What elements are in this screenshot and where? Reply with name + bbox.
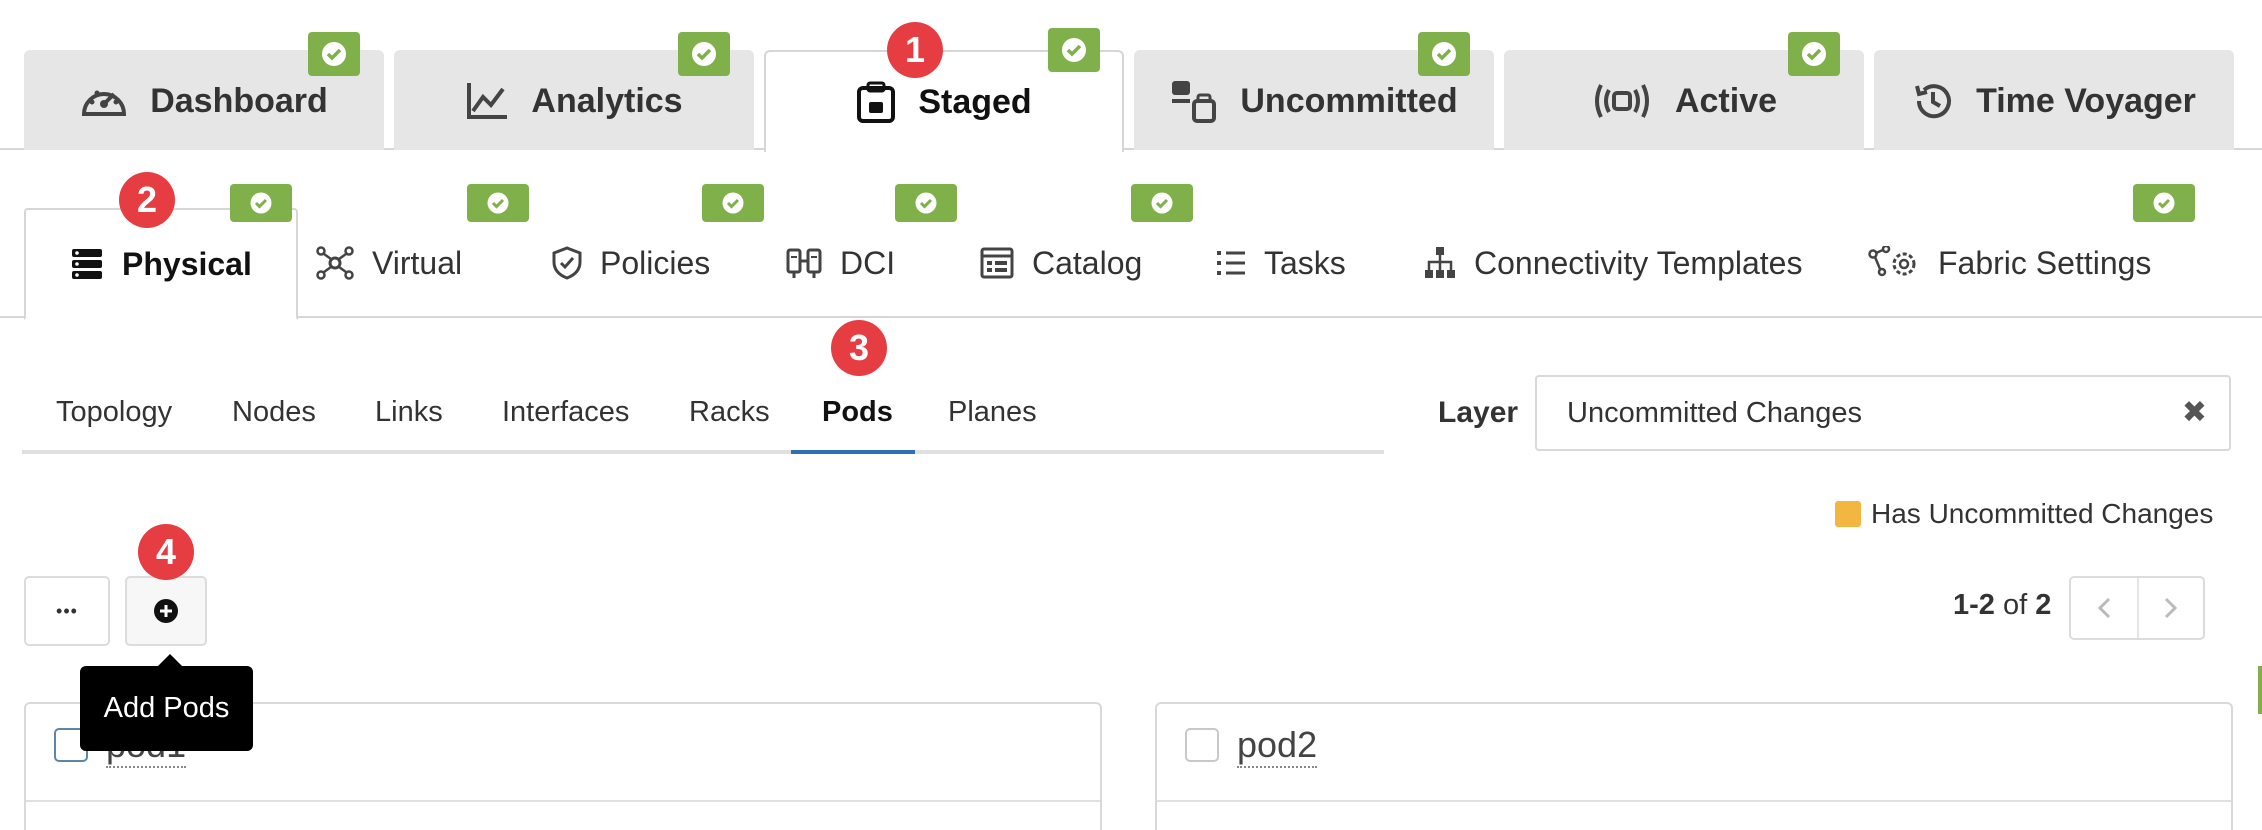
- tab-time-voyager-label: Time Voyager: [1976, 81, 2196, 120]
- hierarchy-icon: [1424, 246, 1456, 280]
- more-actions-button[interactable]: •••: [24, 576, 110, 646]
- tab-topology[interactable]: Topology: [56, 370, 172, 454]
- status-check-icon: [1131, 184, 1193, 222]
- history-icon: [1912, 80, 1954, 122]
- pod-select-checkbox[interactable]: [1185, 728, 1219, 762]
- pagination-summary: 1-2 of 2: [1953, 589, 2051, 622]
- step-badge-2: 2: [119, 172, 175, 228]
- tab-dci-label: DCI: [840, 244, 896, 281]
- status-check-icon: [895, 184, 957, 222]
- tab-tasks[interactable]: Tasks: [1216, 208, 1346, 318]
- tab-analytics-label: Analytics: [531, 81, 683, 120]
- staged-lock-icon: [856, 80, 896, 124]
- catalog-icon: [980, 247, 1014, 279]
- plus-circle-icon: [153, 598, 179, 624]
- tab-dashboard-label: Dashboard: [150, 81, 328, 120]
- status-check-icon: [1048, 28, 1100, 72]
- tab-dci[interactable]: DCI: [786, 208, 895, 318]
- edge-indicator: [2258, 666, 2262, 714]
- tab-virtual-label: Virtual: [372, 244, 463, 281]
- tab-physical-label: Physical: [122, 245, 252, 282]
- network-nodes-icon: [316, 246, 354, 280]
- server-stack-icon: [70, 247, 104, 281]
- pagination-of: of: [2002, 589, 2028, 621]
- tab-nodes[interactable]: Nodes: [232, 370, 316, 454]
- tab-interfaces[interactable]: Interfaces: [502, 370, 629, 454]
- shield-check-icon: [552, 246, 582, 280]
- status-check-icon: [308, 32, 360, 76]
- tab-physical[interactable]: Physical: [24, 208, 298, 320]
- tab-staged-label: Staged: [918, 82, 1032, 121]
- line-chart-icon: [465, 81, 509, 121]
- tab-fabric-settings-label: Fabric Settings: [1938, 244, 2152, 281]
- pod-card-header: pod2: [1157, 704, 2231, 802]
- physical-sub-tab-bar: Topology Nodes Links Interfaces Racks Po…: [22, 370, 1384, 454]
- dci-icon: [786, 246, 822, 280]
- add-pods-button[interactable]: [125, 576, 207, 646]
- dashboard-gauge-icon: [80, 80, 128, 122]
- pagination-range: 1-2: [1953, 589, 1995, 621]
- legend-label: Has Uncommitted Changes: [1871, 498, 2214, 529]
- tab-links[interactable]: Links: [375, 370, 443, 454]
- step-badge-3: 3: [831, 320, 887, 376]
- fabric-settings-icon: [1868, 246, 1920, 280]
- status-check-icon: [467, 184, 529, 222]
- status-check-icon: [2133, 184, 2195, 222]
- status-check-icon: [1788, 32, 1840, 76]
- pod-name-link[interactable]: pod2: [1237, 724, 1318, 768]
- previous-page-button[interactable]: [2071, 578, 2137, 638]
- active-tab-indicator: [791, 450, 915, 454]
- active-broadcast-icon: [1591, 81, 1653, 121]
- status-check-icon: [702, 184, 764, 222]
- tab-connectivity-templates-label: Connectivity Templates: [1474, 244, 1803, 281]
- ellipsis-icon: •••: [56, 600, 78, 621]
- tab-planes[interactable]: Planes: [948, 370, 1037, 454]
- step-badge-1: 1: [887, 22, 943, 78]
- add-pods-tooltip: Add Pods: [80, 654, 253, 751]
- tab-time-voyager[interactable]: Time Voyager: [1874, 50, 2234, 150]
- tab-uncommitted-label: Uncommitted: [1240, 81, 1458, 120]
- chevron-left-icon: [2097, 597, 2111, 619]
- tab-tasks-label: Tasks: [1264, 244, 1346, 281]
- tab-catalog-label: Catalog: [1032, 244, 1143, 281]
- pod-card: pod2: [1155, 702, 2233, 830]
- tab-racks[interactable]: Racks: [689, 370, 770, 454]
- tab-catalog[interactable]: Catalog: [980, 208, 1142, 318]
- next-page-button[interactable]: [2137, 578, 2203, 638]
- tab-policies-label: Policies: [600, 244, 711, 281]
- tab-fabric-settings[interactable]: Fabric Settings: [1868, 208, 2151, 318]
- layer-select-value: Uncommitted Changes: [1567, 396, 1862, 429]
- tab-active-label: Active: [1674, 81, 1778, 120]
- tab-connectivity-templates[interactable]: Connectivity Templates: [1424, 208, 1802, 318]
- layer-label: Layer: [1438, 396, 1519, 429]
- legend-swatch: [1835, 501, 1861, 527]
- uncommitted-legend: Has Uncommitted Changes: [1835, 498, 2213, 530]
- uncommitted-icon: [1170, 79, 1218, 123]
- sub-tab-bar: Physical Virtual Policies DCI Catalog Ta…: [0, 150, 2262, 320]
- chevron-right-icon: [2164, 597, 2178, 619]
- tab-policies[interactable]: Policies: [552, 208, 710, 318]
- list-icon: [1216, 248, 1246, 278]
- status-check-icon: [230, 184, 292, 222]
- status-check-icon: [678, 32, 730, 76]
- tab-virtual[interactable]: Virtual: [316, 208, 462, 318]
- status-check-icon: [1418, 32, 1470, 76]
- tab-pods[interactable]: Pods: [822, 370, 893, 454]
- pagination-controls: [2069, 576, 2205, 640]
- clear-icon[interactable]: ✖: [2182, 395, 2207, 430]
- step-badge-4: 4: [138, 524, 194, 580]
- pagination-total: 2: [2035, 589, 2052, 621]
- layer-select[interactable]: Uncommitted Changes ✖: [1535, 375, 2231, 451]
